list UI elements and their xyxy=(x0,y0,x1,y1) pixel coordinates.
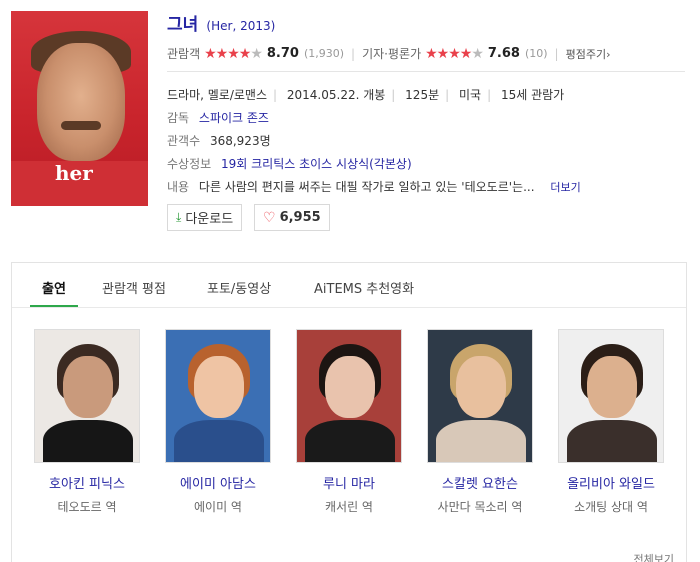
divider: | xyxy=(351,46,356,61)
heart-icon: ♡ xyxy=(263,209,276,226)
actor-name[interactable]: 스칼렛 요한슨 xyxy=(427,473,533,492)
tab-active-indicator xyxy=(30,305,78,307)
cast-panel: 출연 관람객 평점 포토/동영상 AiTEMS 추천영화 호아킨 피닉스 테오도… xyxy=(11,262,687,562)
cast-card[interactable]: 에이미 아담스 에이미 역 xyxy=(165,329,271,515)
cast-card[interactable]: 루니 마라 캐서린 역 xyxy=(296,329,402,515)
view-all-link[interactable]: 전체보기 xyxy=(634,551,674,562)
actor-photo[interactable] xyxy=(296,329,402,463)
release-date: 2014.05.22. 개봉 xyxy=(286,88,386,102)
poster-mustache xyxy=(61,121,101,130)
actor-role: 테오도르 역 xyxy=(57,500,117,514)
actor-photo[interactable] xyxy=(165,329,271,463)
basic-info: 드라마, 멜로/로맨스 | 2014.05.22. 개봉 | 125분 | 미국 | 1… xyxy=(167,88,565,102)
cast-card[interactable]: 올리비아 와일드 소개팅 상대 역 xyxy=(558,329,664,515)
actor-name[interactable]: 에이미 아담스 xyxy=(165,473,271,492)
actor-photo[interactable] xyxy=(34,329,140,463)
synopsis-label: 내용 xyxy=(167,180,190,194)
rating-divider xyxy=(167,71,685,72)
genre: 드라마, 멜로/로맨스 xyxy=(167,88,267,102)
cast-card[interactable]: 호아킨 피닉스 테오도르 역 xyxy=(34,329,140,515)
actor-role: 에이미 역 xyxy=(194,500,242,514)
tab-aitems[interactable]: AiTEMS 추천영화 xyxy=(314,278,414,297)
rating-row: 관람객 ★★★★★ 8.70 (1,930) | 기자·평론가 ★★★★★ 7.… xyxy=(167,45,687,62)
viewers-count: 368,923명 xyxy=(209,134,271,148)
actor-name[interactable]: 루니 마라 xyxy=(296,473,402,492)
tab-audience-rating[interactable]: 관람객 평점 xyxy=(102,278,166,297)
like-count: 6,955 xyxy=(279,210,321,225)
director-link[interactable]: 스파이크 존즈 xyxy=(199,111,269,125)
poster-logo: her xyxy=(55,161,93,185)
director-label: 감독 xyxy=(167,111,190,125)
download-button[interactable]: ⤓ 다운로드 xyxy=(167,204,243,231)
movie-title-sub: (Her, 2013) xyxy=(206,19,276,33)
poster-face xyxy=(37,43,125,161)
actor-photo[interactable] xyxy=(427,329,533,463)
director-row: 감독 스파이크 존즈 xyxy=(167,109,269,126)
title-row: 그녀 (Her, 2013) xyxy=(167,10,275,35)
award-label: 수상정보 xyxy=(167,157,212,171)
critic-label: 기자·평론가 xyxy=(362,47,422,61)
tab-bar: 출연 관람객 평점 포토/동영상 AiTEMS 추천영화 xyxy=(12,263,686,309)
download-icon: ⤓ xyxy=(176,210,182,224)
divider: | xyxy=(554,46,559,61)
download-label: 다운로드 xyxy=(185,212,234,227)
audience-score: 8.70 xyxy=(266,46,299,61)
runtime: 125분 xyxy=(405,88,440,102)
actor-photo[interactable] xyxy=(558,329,664,463)
award-link[interactable]: 19회 크리틱스 초이스 시상식(각본상) xyxy=(221,157,412,171)
critic-stars-icon: ★★★★★ xyxy=(425,45,484,62)
country: 미국 xyxy=(459,88,482,102)
age-rating: 15세 관람가 xyxy=(500,88,565,102)
movie-poster[interactable]: her xyxy=(11,11,148,206)
movie-title[interactable]: 그녀 xyxy=(167,15,198,35)
synopsis-row: 내용 다른 사람의 편지를 써주는 대필 작가로 일하고 있는 '테오도르'는.… xyxy=(167,178,581,195)
cast-card[interactable]: 스칼렛 요한슨 사만다 목소리 역 xyxy=(427,329,533,515)
actor-role: 사만다 목소리 역 xyxy=(437,500,523,514)
critic-score: 7.68 xyxy=(487,46,520,61)
viewers-label: 관객수 xyxy=(167,134,201,148)
audience-stars-icon: ★★★★★ xyxy=(204,45,263,62)
tab-photo-video[interactable]: 포토/동영상 xyxy=(207,278,271,297)
actor-name[interactable]: 올리비아 와일드 xyxy=(558,473,664,492)
award-row: 수상정보 19회 크리틱스 초이스 시상식(각본상) xyxy=(167,155,412,172)
more-link[interactable]: 더보기 xyxy=(550,181,580,194)
tab-divider xyxy=(12,307,686,308)
synopsis-text: 다른 사람의 편지를 써주는 대필 작가로 일하고 있는 '테오도르'는... xyxy=(198,180,535,194)
actor-role: 소개팅 상대 역 xyxy=(574,500,648,514)
rate-link[interactable]: 평점주기› xyxy=(566,46,611,62)
actor-name[interactable]: 호아킨 피닉스 xyxy=(34,473,140,492)
critic-count: (10) xyxy=(524,47,548,60)
like-button[interactable]: ♡ 6,955 xyxy=(254,204,330,231)
tab-cast[interactable]: 출연 xyxy=(42,278,66,297)
audience-count: (1,930) xyxy=(303,47,345,60)
audience-label: 관람객 xyxy=(167,47,201,61)
actor-role: 캐서린 역 xyxy=(325,500,373,514)
viewers-row: 관객수 368,923명 xyxy=(167,132,271,149)
